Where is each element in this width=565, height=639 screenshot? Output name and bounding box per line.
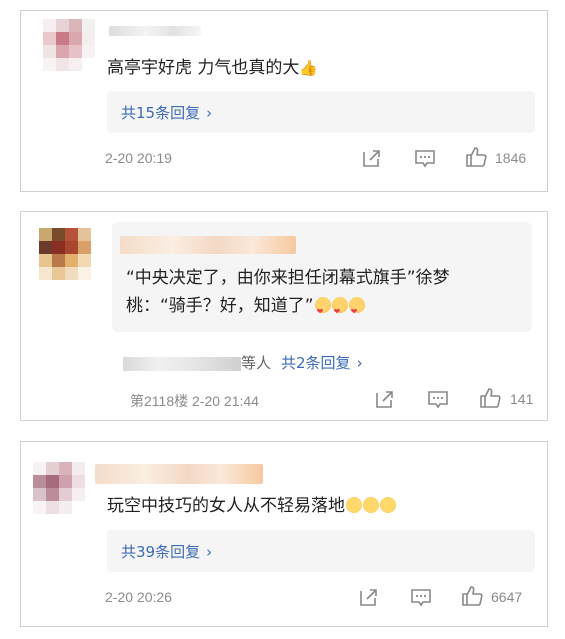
avatar[interactable] [43, 19, 95, 71]
chevron-right-icon: › [206, 104, 213, 122]
comment-icon[interactable] [427, 388, 449, 410]
chevron-right-icon: › [356, 354, 363, 372]
timestamp: 2-20 20:26 [105, 589, 172, 605]
like-count: 1846 [495, 150, 527, 166]
share-icon[interactable] [358, 586, 380, 608]
view-replies-link[interactable]: 共15条回复 › [121, 102, 212, 123]
comment-bubble: “中央决定了，由你来担任闭幕式旗手”徐梦 桃：“骑手？好，知道了” [112, 222, 532, 332]
view-replies-link[interactable]: 共39条回复 › [121, 541, 212, 562]
others-suffix: 等人 [241, 354, 272, 372]
comment-text: 玩空中技巧的女人从不轻易落地 [107, 492, 396, 520]
share-icon[interactable] [361, 147, 383, 169]
thumbs-up-emoji-icon: 👍 [299, 59, 319, 77]
like-icon[interactable] [465, 146, 487, 168]
avatar[interactable] [39, 228, 91, 280]
reply-summary[interactable]: 共39条回复 › [107, 530, 535, 572]
dog-face-emoji-icon [363, 497, 379, 513]
chevron-right-icon: › [206, 543, 213, 561]
like-icon[interactable] [479, 387, 501, 409]
view-replies-link[interactable]: 共2条回复 [281, 354, 351, 372]
heart-eyes-emoji-icon [348, 297, 365, 326]
username[interactable] [109, 26, 201, 36]
reply-usernames [123, 356, 241, 371]
dog-face-emoji-icon [346, 497, 362, 513]
username[interactable] [120, 236, 296, 254]
heart-eyes-emoji-icon [314, 297, 331, 326]
reply-preview-line[interactable]: 等人 共2条回复 › [123, 352, 363, 373]
avatar[interactable] [33, 462, 85, 514]
like-count: 141 [510, 391, 534, 407]
like-icon[interactable] [461, 585, 483, 607]
dog-face-emoji-icon [380, 497, 396, 513]
comment-card-1: 高亭宇好虎 力气也真的大👍 共15条回复 › 2-20 20:19 1846 [20, 10, 548, 192]
comment-icon[interactable] [414, 147, 436, 169]
timestamp: 2-20 20:19 [105, 150, 172, 166]
share-icon[interactable] [374, 388, 396, 410]
like-count: 6647 [491, 589, 523, 605]
heart-eyes-emoji-icon [331, 297, 348, 326]
comment-text: 高亭宇好虎 力气也真的大👍 [107, 54, 318, 82]
comment-text: “中央决定了，由你来担任闭幕式旗手”徐梦 桃：“骑手？好，知道了” [126, 264, 450, 326]
comment-card-3: 玩空中技巧的女人从不轻易落地 共39条回复 › 2-20 20:26 6647 [20, 441, 548, 627]
username[interactable] [95, 464, 263, 484]
reply-summary[interactable]: 共15条回复 › [107, 91, 535, 133]
floor-timestamp: 第2118楼 2-20 21:44 [130, 393, 259, 409]
comment-icon[interactable] [410, 586, 432, 608]
